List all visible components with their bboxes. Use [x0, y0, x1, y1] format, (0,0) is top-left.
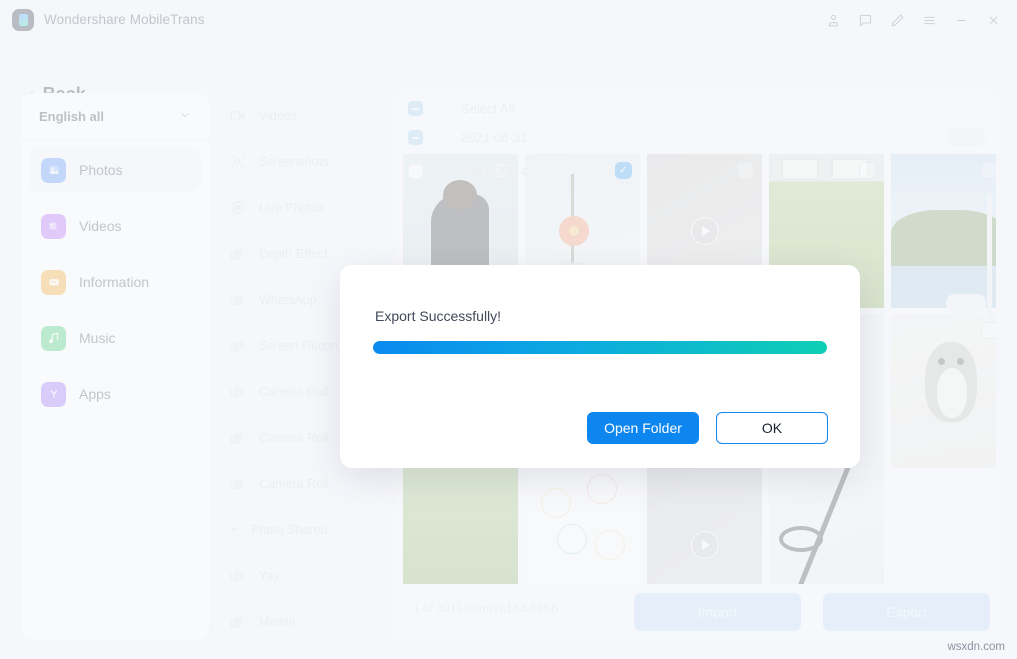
export-success-dialog: Export Successfully! Open Folder OK: [340, 265, 860, 468]
dialog-actions: Open Folder OK: [587, 412, 828, 444]
watermark: wsxdn.com: [947, 641, 1005, 653]
open-folder-button[interactable]: Open Folder: [587, 412, 699, 444]
progress-bar-fill: [373, 341, 827, 354]
progress-bar: [373, 341, 827, 354]
ok-button[interactable]: OK: [716, 412, 828, 444]
application-window: Wondershare MobileTrans ‹: [0, 0, 1017, 659]
dialog-title: Export Successfully!: [375, 308, 501, 324]
